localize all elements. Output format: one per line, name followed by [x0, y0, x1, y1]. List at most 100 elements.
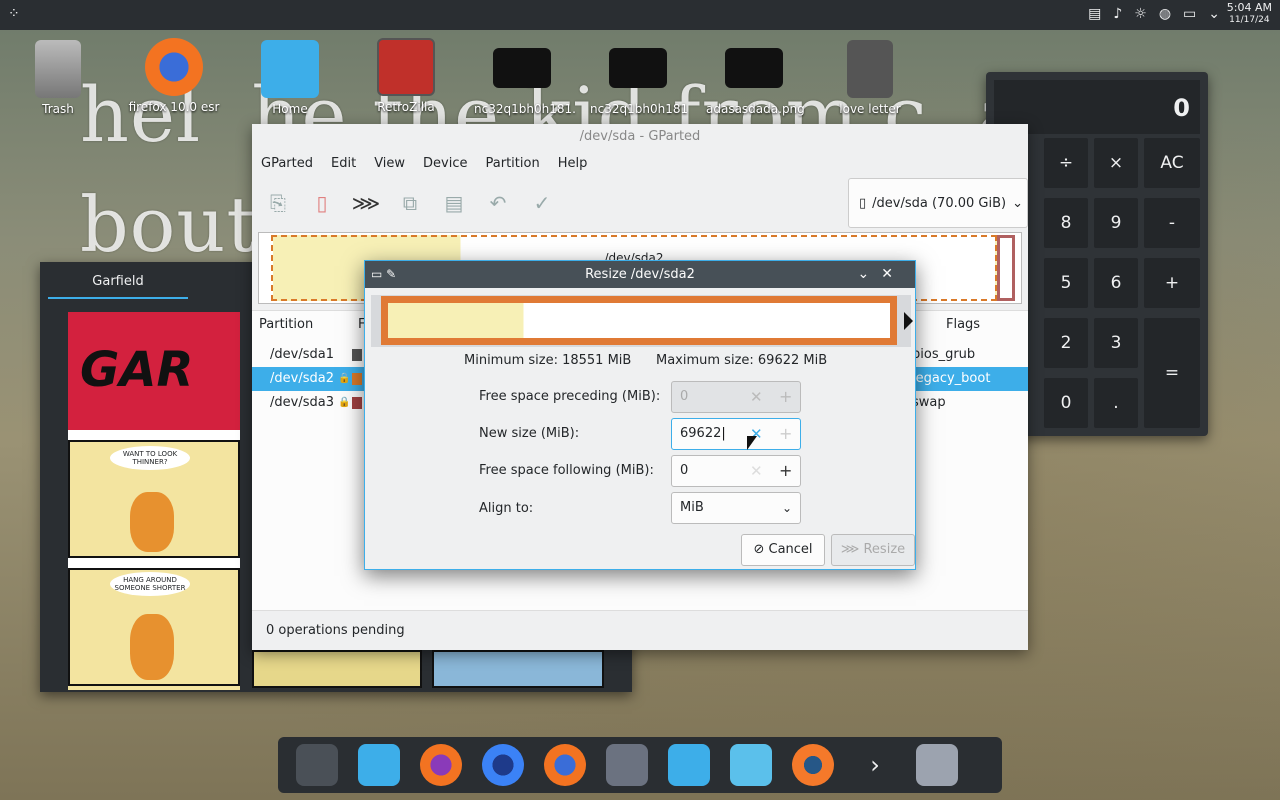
- comic-strip-thumb[interactable]: [432, 650, 604, 688]
- file-manager-new-icon[interactable]: [720, 739, 782, 791]
- mousepad-icon[interactable]: [596, 739, 658, 791]
- resize-button[interactable]: ⋙ Resize: [831, 534, 915, 566]
- calc-clear-button[interactable]: AC: [1144, 138, 1200, 188]
- resize-partition-handle[interactable]: [381, 296, 897, 345]
- minimize-icon[interactable]: ⌄: [858, 266, 882, 282]
- trash-icon: [35, 40, 81, 98]
- clock[interactable]: 5:04 AM 11/17/24: [1227, 2, 1272, 26]
- desktop-icon-trash[interactable]: Trash: [10, 40, 106, 116]
- align-to-label: Align to:: [479, 501, 534, 516]
- calc-2-button[interactable]: 2: [1044, 318, 1088, 368]
- clipboard-icon[interactable]: ▤: [1088, 6, 1101, 22]
- calc-6-button[interactable]: 6: [1094, 258, 1138, 308]
- calc-equals-button[interactable]: =: [1144, 318, 1200, 428]
- graph-partition-sda3[interactable]: [997, 235, 1015, 301]
- free-space-following-input[interactable]: 0 ✕ +: [671, 455, 801, 487]
- resize-dialog: ▭ ✎ Resize /dev/sda2 ⌄✕ Minimum size: 18…: [364, 260, 916, 570]
- calc-3-button[interactable]: 3: [1094, 318, 1138, 368]
- menu-gparted[interactable]: GParted: [252, 152, 322, 178]
- terminal-icon[interactable]: ›: [844, 739, 906, 791]
- desktop-icon-love-letter[interactable]: love letter: [822, 40, 918, 116]
- calc-divide-button[interactable]: ÷: [1044, 138, 1088, 188]
- delete-partition-icon[interactable]: ▯: [310, 191, 334, 215]
- column-header-flags[interactable]: Flags: [946, 311, 980, 339]
- new-partition-icon[interactable]: ⎘: [266, 191, 290, 215]
- volume-muted-icon[interactable]: ♪: [1113, 6, 1122, 22]
- desktop-icon-firefox[interactable]: firefox 10.0 esr: [126, 38, 222, 114]
- desktop-icon-label: Home: [272, 102, 308, 116]
- maximum-size-label: Maximum size: 69622 MiB: [656, 353, 828, 368]
- discover-store-icon[interactable]: [348, 739, 410, 791]
- resize-right-arrow-icon[interactable]: [904, 312, 913, 330]
- partition-name: /dev/sda3: [270, 395, 334, 410]
- new-size-input[interactable]: 69622| ✕ +: [671, 418, 801, 450]
- desktop-icon-retrozilla[interactable]: RetroZilla: [358, 38, 454, 114]
- menu-help[interactable]: Help: [549, 152, 597, 178]
- tray-expand-icon[interactable]: ⌄: [1208, 6, 1220, 22]
- status-bar: 0 operations pending: [252, 610, 1028, 650]
- desktop-icon-image3[interactable]: adasasdada.png: [706, 48, 805, 116]
- desktop-icon-image1[interactable]: nc32q1bh0h181.: [474, 48, 576, 116]
- free-space-preceding-label: Free space preceding (MiB):: [479, 389, 661, 404]
- blender-icon[interactable]: [782, 739, 844, 791]
- gparted-icon[interactable]: [906, 739, 968, 791]
- comic-strip-thumb[interactable]: [252, 650, 422, 688]
- column-header-partition[interactable]: Partition: [259, 311, 313, 339]
- spin-value: 0: [680, 389, 689, 404]
- firefox-nightly-icon[interactable]: [472, 739, 534, 791]
- minimum-size-label: Minimum size: 18551 MiB: [464, 353, 632, 368]
- copy-icon[interactable]: ⧉: [398, 191, 422, 215]
- dialog-titlebar: ▭ ✎ Resize /dev/sda2 ⌄✕: [365, 261, 915, 288]
- calc-9-button[interactable]: 9: [1094, 198, 1138, 248]
- app-launcher-icon[interactable]: ⁘: [8, 6, 20, 22]
- desktop-icon-image2[interactable]: nc32q1bh0h181: [590, 48, 688, 116]
- menu-partition[interactable]: Partition: [477, 152, 549, 178]
- resize-move-icon[interactable]: ⋙: [352, 191, 380, 215]
- apply-icon[interactable]: ✓: [530, 191, 554, 215]
- plus-icon[interactable]: +: [779, 456, 792, 486]
- cancel-icon: ⊘: [753, 542, 765, 557]
- calc-0-button[interactable]: 0: [1044, 378, 1088, 428]
- select-value: MiB: [680, 500, 704, 515]
- display-icon[interactable]: ▭: [1183, 6, 1196, 22]
- align-to-select[interactable]: MiB ⌄: [671, 492, 801, 524]
- clock-date: 11/17/24: [1229, 15, 1270, 25]
- calc-plus-button[interactable]: +: [1144, 258, 1200, 308]
- calc-5-button[interactable]: 5: [1044, 258, 1088, 308]
- desktop-icon-home[interactable]: Home: [242, 40, 338, 116]
- partition-name: /dev/sda2: [270, 371, 334, 386]
- firefox-icon[interactable]: [410, 739, 472, 791]
- disk-icon: ▯: [859, 195, 867, 211]
- firefox-legacy-icon[interactable]: [534, 739, 596, 791]
- image-thumbnail-icon: [725, 48, 783, 88]
- image-thumbnail-icon: [493, 48, 551, 88]
- cancel-button[interactable]: ⊘ Cancel: [741, 534, 825, 566]
- calc-multiply-button[interactable]: ×: [1094, 138, 1138, 188]
- menu-device[interactable]: Device: [414, 152, 476, 178]
- filesystem-color-icon: [352, 397, 362, 409]
- clear-icon: ✕: [750, 462, 763, 480]
- file-manager-icon[interactable]: [658, 739, 720, 791]
- menu-bar: GParted Edit View Device Partition Help: [252, 152, 1028, 178]
- chevron-down-icon: ⌄: [781, 501, 792, 515]
- mouse-pointer: [747, 436, 757, 450]
- undo-icon[interactable]: ↶: [486, 191, 510, 215]
- taskbar-dock: ›: [278, 737, 1002, 793]
- calc-minus-button[interactable]: -: [1144, 198, 1200, 248]
- dialog-title: Resize /dev/sda2: [585, 267, 695, 282]
- menu-view[interactable]: View: [365, 152, 414, 178]
- menu-edit[interactable]: Edit: [322, 152, 365, 178]
- brightness-icon[interactable]: ☼: [1134, 6, 1147, 22]
- settings-sliders-icon[interactable]: [286, 739, 348, 791]
- calc-decimal-button[interactable]: .: [1094, 378, 1138, 428]
- cancel-button-label: Cancel: [768, 542, 813, 557]
- partition-flags: swap: [912, 395, 946, 410]
- close-icon[interactable]: ✕: [881, 266, 905, 282]
- network-icon[interactable]: ◍: [1159, 6, 1171, 22]
- lock-icon: 🔒: [338, 397, 351, 408]
- device-selector[interactable]: ▯ /dev/sda (70.00 GiB) ⌄: [848, 178, 1028, 228]
- calc-8-button[interactable]: 8: [1044, 198, 1088, 248]
- tab-garfield[interactable]: Garfield: [48, 274, 188, 299]
- retrozilla-icon: [377, 38, 435, 96]
- paste-icon[interactable]: ▤: [442, 191, 466, 215]
